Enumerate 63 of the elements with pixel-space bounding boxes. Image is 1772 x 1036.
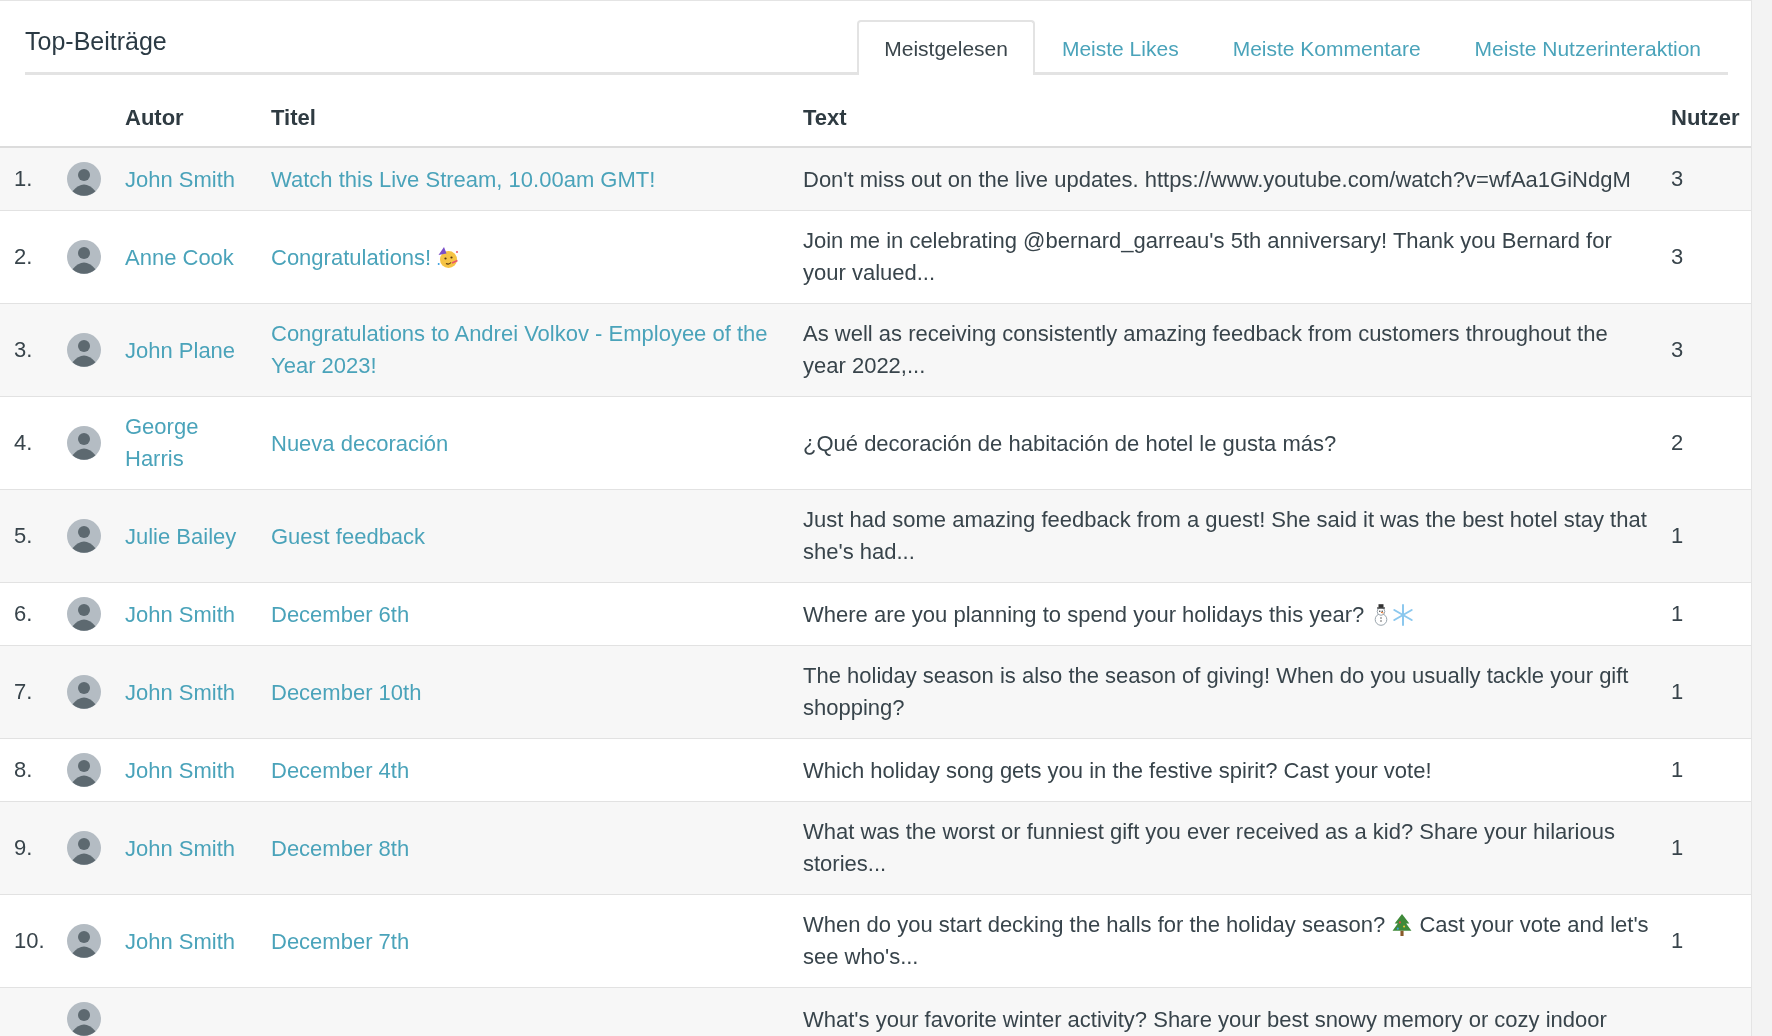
post-text: The holiday season is also the season of giving! When do you usually tackle your gift shopping? — [803, 662, 1630, 723]
snowflake-icon — [1392, 603, 1415, 626]
user-count: 3 — [1671, 166, 1684, 192]
post-title-link[interactable]: December 4th — [271, 754, 410, 787]
avatar-icon — [67, 753, 101, 788]
rank-number: 9. — [14, 835, 33, 861]
post-text: As well as receiving consistently amazing feedback from customers throughout the year 2022,... — [803, 320, 1609, 381]
avatar-icon — [67, 240, 101, 275]
user-count: 1 — [1671, 601, 1684, 627]
post-text: What was the worst or funniest gift you ever received as a kid? Share your hilarious stories... — [803, 818, 1616, 879]
author-link[interactable]: John Smith — [125, 598, 236, 631]
avatar-icon — [67, 675, 101, 710]
user-count: 1 — [1671, 679, 1684, 705]
rank-number: 8. — [14, 757, 33, 783]
post-text: Join me in celebrating @bernard_garreau's 5th anniversary! Thank you Bernard for your valued... — [803, 227, 1613, 288]
party-face-icon — [437, 246, 460, 269]
avatar-icon — [67, 831, 101, 866]
rank-number: 1. — [14, 166, 33, 192]
tab[interactable]: Meistgelesen — [857, 20, 1035, 76]
post-title-link[interactable]: December 7th — [271, 925, 410, 958]
post-title-link[interactable]: Congratulations! — [271, 241, 460, 274]
user-count: 3 — [1671, 337, 1684, 363]
avatar-icon — [67, 162, 101, 197]
avatar-icon — [67, 924, 101, 959]
tab[interactable]: Meiste Kommentare — [1205, 20, 1448, 76]
post-title-link[interactable]: December 6th — [271, 598, 410, 631]
post-text: When do you start decking the halls for the holiday season? Cast your vote and let's see who's... — [803, 911, 1650, 972]
avatar-icon — [67, 426, 101, 461]
post-title-link[interactable]: December 8th — [271, 832, 410, 865]
author-link[interactable]: Anne Cook — [125, 241, 234, 274]
post-title-link[interactable]: Nueva decoración — [271, 427, 449, 460]
user-count: 1 — [1671, 757, 1684, 783]
post-title-link[interactable]: December 10th — [271, 676, 422, 709]
post-text: Don't miss out on the live updates. https://www.youtube.com/watch?v=wfAa1GiNdgM — [803, 165, 1631, 194]
christmas-tree-icon — [1391, 914, 1414, 937]
avatar-icon — [67, 597, 101, 632]
author-link[interactable]: George Harris — [125, 411, 249, 476]
rank-number: 2. — [14, 244, 33, 270]
avatar-icon — [67, 333, 101, 368]
author-link[interactable]: John Smith — [125, 925, 236, 958]
user-count: 1 — [1671, 928, 1684, 954]
avatar-icon — [67, 1002, 101, 1036]
rank-number: 6. — [14, 601, 33, 627]
rank-number: 3. — [14, 337, 33, 363]
author-link[interactable]: John Smith — [125, 754, 236, 787]
rank-number: 4. — [14, 430, 33, 456]
tab[interactable]: Meiste Likes — [1034, 20, 1206, 76]
user-count: 1 — [1671, 835, 1684, 861]
rank-number: 10. — [14, 928, 45, 954]
post-text: ¿Qué decoración de habitación de hotel le gusta más? — [803, 429, 1337, 458]
post-text: Just had some amazing feedback from a guest! She said it was the best hotel stay that she's had... — [803, 506, 1648, 567]
post-text: Which holiday song gets you in the festive spirit? Cast your vote! — [803, 756, 1432, 785]
rank-number: 5. — [14, 523, 33, 549]
tab[interactable]: Meiste Nutzerinteraktion — [1447, 20, 1728, 76]
user-count: 2 — [1671, 430, 1684, 456]
rank-number: 7. — [14, 679, 33, 705]
panel-title: Top-Beiträge — [25, 26, 167, 57]
user-count: 1 — [1671, 523, 1684, 549]
user-count: 3 — [1671, 244, 1684, 270]
post-text: Where are you planning to spend your holidays this year? — [803, 598, 1415, 631]
avatar-icon — [67, 519, 101, 554]
post-title-link[interactable]: Guest feedback — [271, 520, 426, 553]
post-text: What's your favorite winter activity? Share your best snowy memory or cozy indoor — [803, 1005, 1607, 1034]
